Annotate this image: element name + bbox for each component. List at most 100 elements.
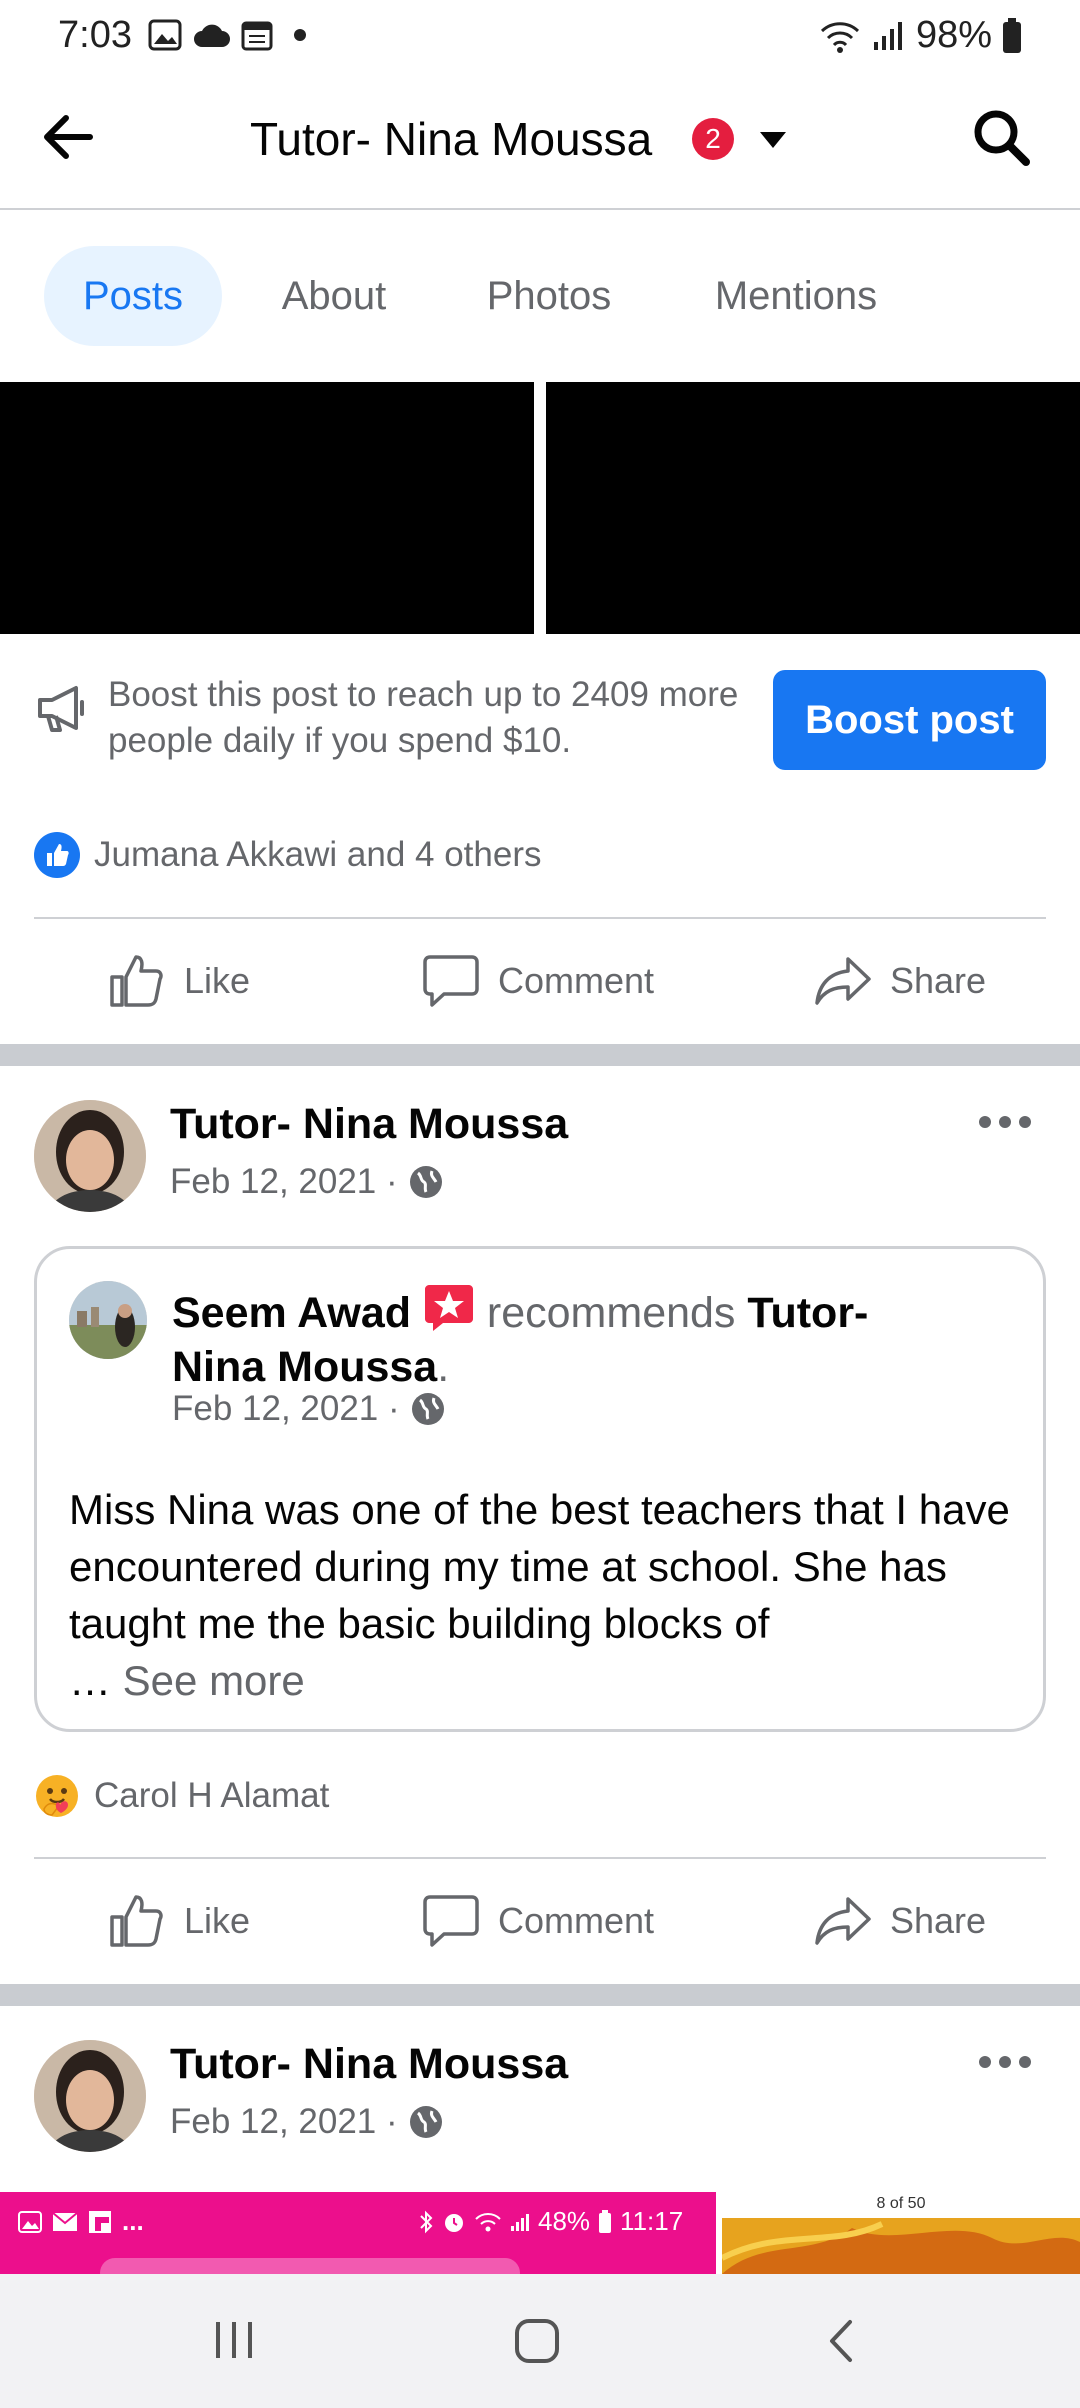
megaphone-icon xyxy=(38,686,84,732)
battery-icon xyxy=(1003,17,1021,53)
recommendation-meta: Feb 12, 2021 · xyxy=(172,1389,446,1429)
recommendation-body: Miss Nina was one of the best teachers t… xyxy=(69,1481,1029,1709)
tab-mentions[interactable]: Mentions xyxy=(690,246,902,346)
post1-divider xyxy=(34,917,1046,919)
battery-icon xyxy=(599,2209,612,2233)
recommended-page-line2[interactable]: Nina Moussa xyxy=(172,1343,437,1391)
embedded-time: 11:17 xyxy=(620,2206,684,2236)
post3-media-left[interactable]: ... 48% 11:17 xyxy=(0,2192,716,2288)
post2-meta: Feb 12, 2021 · xyxy=(170,1162,444,1202)
post1-share-button[interactable]: Share xyxy=(814,921,986,1041)
signal-icon xyxy=(511,2213,529,2231)
status-bar: 7:03 98% xyxy=(0,0,1080,72)
feed-separator xyxy=(0,1044,1080,1066)
system-back-icon[interactable] xyxy=(824,2318,858,2364)
post1-reactions[interactable]: Jumana Akkawi and 4 others xyxy=(34,831,541,879)
globe-icon xyxy=(411,1393,444,1425)
gallery-icon xyxy=(18,2210,42,2233)
post3-date[interactable]: Feb 12, 2021 · xyxy=(170,2102,398,2142)
orange-photo-image xyxy=(722,2218,1080,2274)
post1-reactions-text: Jumana Akkawi and 4 others xyxy=(94,835,542,874)
like-reaction-icon xyxy=(34,832,80,878)
tab-photos[interactable]: Photos xyxy=(470,246,628,346)
post1-comment-button[interactable]: Comment xyxy=(422,921,654,1041)
post-media-left[interactable] xyxy=(0,382,534,634)
post2-reactions-text: Carol H Alamat xyxy=(94,1776,330,1815)
post2-more-icon[interactable] xyxy=(978,1112,1032,1132)
page-title[interactable]: Tutor- Nina Moussa xyxy=(250,112,652,166)
post-media-right[interactable] xyxy=(546,382,1080,634)
tab-about[interactable]: About xyxy=(262,246,406,346)
see-more-link[interactable]: See more xyxy=(123,1657,305,1704)
post1-actions: Like Comment Share xyxy=(0,921,1080,1041)
globe-icon xyxy=(409,2106,442,2138)
recommendation-star-icon xyxy=(424,1285,473,1331)
share-label: Share xyxy=(890,1900,987,1941)
post3-meta: Feb 12, 2021 · xyxy=(170,2102,444,2142)
like-icon xyxy=(110,1895,163,1947)
recommendation-text: Miss Nina was one of the best teachers t… xyxy=(69,1486,1010,1647)
recommended-page-line1[interactable]: Tutor- xyxy=(747,1289,868,1337)
boost-description: Boost this post to reach up to 2409 more… xyxy=(108,675,739,760)
recommendation-period: . xyxy=(437,1343,450,1391)
alarm-icon xyxy=(445,2213,463,2232)
post2-share-button[interactable]: Share xyxy=(814,1861,986,1981)
notification-badge: 2 xyxy=(692,118,734,160)
back-arrow-icon[interactable] xyxy=(34,102,104,172)
post3-media-right[interactable]: 8 of 50 xyxy=(722,2192,1080,2274)
post2-actions: Like Comment Share xyxy=(0,1861,1080,1981)
recommender-avatar[interactable] xyxy=(69,1281,147,1359)
comment-label: Comment xyxy=(498,960,655,1001)
recommender-name[interactable]: Seem Awad xyxy=(172,1289,411,1337)
mail-icon xyxy=(52,2211,78,2231)
post2-date[interactable]: Feb 12, 2021 · xyxy=(170,1162,398,1202)
battery-percent: 98% xyxy=(915,14,992,56)
post1-like-button[interactable]: Like xyxy=(108,921,250,1041)
gallery-icon xyxy=(148,19,182,51)
recommends-verb: recommends xyxy=(486,1289,736,1337)
recommendation-ellipsis: … xyxy=(69,1657,111,1704)
embedded-status-icons: ... xyxy=(18,2206,144,2237)
wifi-icon xyxy=(475,2212,501,2231)
post3-author[interactable]: Tutor- Nina Moussa xyxy=(170,2040,568,2089)
post2-author[interactable]: Tutor- Nina Moussa xyxy=(170,1100,568,1149)
share-label: Share xyxy=(890,960,987,1001)
share-icon xyxy=(815,957,871,1005)
bluetooth-icon xyxy=(420,2210,433,2233)
boost-panel: Boost this post to reach up to 2409 more… xyxy=(0,634,1080,794)
post2-divider xyxy=(34,1857,1046,1859)
recommendation-header: Seem Awad recommends Tutor- Nina Moussa. xyxy=(172,1281,1012,1394)
home-icon[interactable] xyxy=(514,2318,560,2364)
status-time: 7:03 xyxy=(58,14,132,56)
calendar-icon xyxy=(241,21,273,51)
dropdown-caret-icon[interactable] xyxy=(758,128,788,152)
share-icon xyxy=(815,1897,871,1945)
comment-icon xyxy=(423,955,479,1007)
like-icon xyxy=(110,955,163,1007)
recent-apps-icon[interactable] xyxy=(212,2318,256,2362)
post3-more-icon[interactable] xyxy=(978,2052,1032,2072)
cloud-icon xyxy=(194,24,230,47)
post2-comment-button[interactable]: Comment xyxy=(422,1861,654,1981)
feed-separator xyxy=(0,1984,1080,2006)
embedded-status-right: 48% 11:17 xyxy=(418,2206,683,2237)
page-counter: 8 of 50 xyxy=(876,2195,926,2212)
post3-avatar[interactable] xyxy=(34,2040,146,2152)
flipboard-icon xyxy=(89,2210,111,2233)
status-left-icons xyxy=(148,18,314,52)
page-header: Tutor- Nina Moussa 2 xyxy=(0,72,1080,210)
tab-posts[interactable]: Posts xyxy=(44,246,222,346)
embedded-battery: 48% xyxy=(538,2206,591,2236)
post2-avatar[interactable] xyxy=(34,1100,146,1212)
comment-icon xyxy=(423,1895,479,1947)
status-right: 98% xyxy=(818,14,1022,57)
wifi-icon xyxy=(820,21,859,53)
search-icon[interactable] xyxy=(968,104,1034,170)
recommendation-card[interactable]: Seem Awad recommends Tutor- Nina Moussa.… xyxy=(34,1246,1046,1732)
like-label: Like xyxy=(184,1900,251,1941)
recommendation-date[interactable]: Feb 12, 2021 · xyxy=(172,1389,400,1429)
profile-tabs: Posts About Photos Mentions xyxy=(0,212,1080,380)
boost-post-button[interactable]: Boost post xyxy=(773,670,1046,770)
post2-like-button[interactable]: Like xyxy=(108,1861,250,1981)
post2-reactions[interactable]: Carol H Alamat xyxy=(34,1772,329,1820)
